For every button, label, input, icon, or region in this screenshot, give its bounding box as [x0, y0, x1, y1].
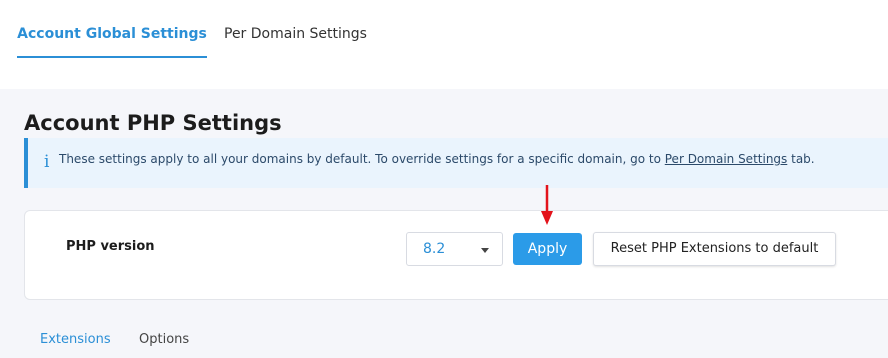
red-arrow-annotation-icon [541, 185, 553, 225]
info-text-after: tab. [787, 152, 815, 166]
apply-button[interactable]: Apply [513, 233, 582, 265]
tab-options[interactable]: Options [139, 332, 189, 347]
info-icon: i [44, 152, 50, 172]
php-version-value: 8.2 [423, 241, 446, 257]
info-text: These settings apply to all your domains… [59, 152, 815, 166]
reset-php-extensions-button[interactable]: Reset PHP Extensions to default [593, 232, 836, 266]
tab-extensions[interactable]: Extensions [40, 332, 111, 347]
php-version-select[interactable]: 8.2 [406, 232, 503, 266]
top-tab-bar: Account Global Settings Per Domain Setti… [0, 0, 888, 89]
chevron-down-icon [481, 248, 489, 253]
per-domain-settings-link[interactable]: Per Domain Settings [665, 152, 788, 166]
php-version-label: PHP version [66, 239, 155, 254]
info-banner: i These settings apply to all your domai… [24, 138, 888, 188]
tab-per-domain-settings[interactable]: Per Domain Settings [224, 22, 367, 58]
php-version-card: PHP version 8.2 Apply Reset PHP Extensio… [24, 210, 888, 300]
info-text-before: These settings apply to all your domains… [59, 152, 665, 166]
tab-account-global-settings[interactable]: Account Global Settings [17, 22, 207, 58]
main-content: Account PHP Settings i These settings ap… [0, 89, 888, 358]
page-title: Account PHP Settings [24, 111, 282, 135]
